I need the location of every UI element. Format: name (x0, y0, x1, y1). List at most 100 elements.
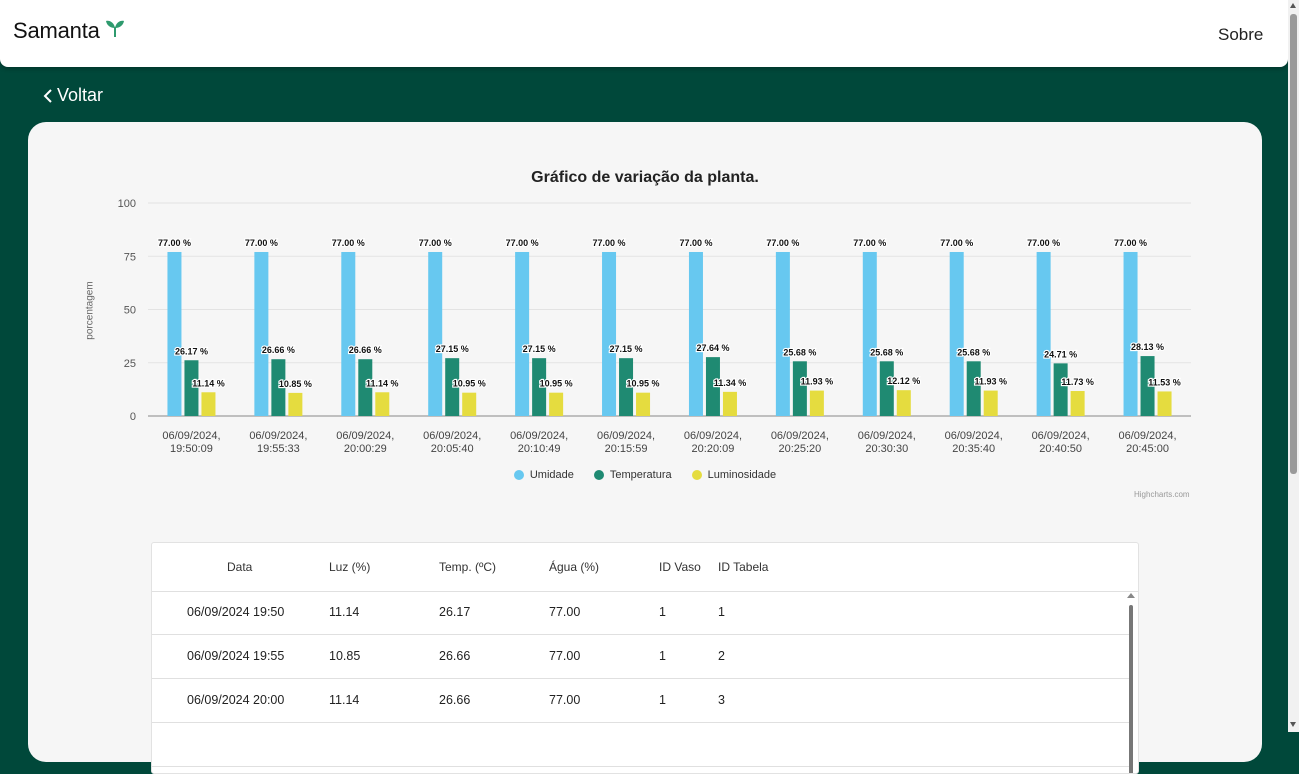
legend-marker (691, 470, 702, 480)
chart-bar-umidade (1036, 251, 1051, 416)
chart-bar-luminosidade (1070, 391, 1085, 416)
chart-data-label: 11.14 % (366, 378, 399, 388)
chart-bar-luminosidade (983, 390, 998, 416)
chart-x-tick-label: 20:05:40 (431, 443, 474, 455)
chart-bar-temperatura (966, 361, 981, 416)
chart-x-tick-label: 06/09/2024, (510, 430, 568, 442)
chart-data-label: 24.71 % (1044, 349, 1077, 359)
table-cell: 26.66 (439, 649, 471, 663)
legend-label: Luminosidade (707, 469, 777, 481)
chart-data-label: 77.00 % (158, 238, 191, 248)
chart-data-label: 77.00 % (506, 238, 539, 248)
chart-x-tick-label: 19:55:33 (257, 443, 300, 455)
chart-data-label: 26.66 % (262, 345, 295, 355)
table-cell: 11.14 (329, 693, 360, 707)
page-scrollbar[interactable] (1288, 0, 1299, 732)
table-row[interactable]: 06/09/2024 19:55 10.85 26.66 77.00 1 2 (152, 635, 1130, 679)
chart-data-label: 10.95 % (627, 379, 660, 389)
chart-bar-luminosidade (809, 390, 824, 416)
sprout-icon (105, 18, 125, 43)
chart-bar-umidade (428, 251, 443, 416)
chart-data-label: 77.00 % (245, 238, 278, 248)
chart-data-label: 77.00 % (679, 238, 712, 248)
table-scrollbar[interactable] (1127, 593, 1135, 773)
chart-x-tick-label: 06/09/2024, (336, 430, 394, 442)
chart-data-label: 10.95 % (540, 379, 573, 389)
column-header[interactable]: Luz (%) (329, 560, 370, 574)
legend-label: Umidade (529, 469, 574, 481)
chart-data-label: 25.68 % (783, 347, 816, 357)
legend-item-umidade[interactable]: Umidade (513, 469, 574, 481)
chart-data-label: 77.00 % (940, 238, 973, 248)
chart-bar-luminosidade (201, 392, 216, 416)
chart-data-label: 12.12 % (887, 376, 920, 386)
top-navbar: Samanta Sobre (0, 0, 1288, 67)
chart-data-label: 11.14 % (192, 378, 225, 388)
column-header[interactable]: ID Tabela (718, 560, 768, 574)
chart-bar-luminosidade (722, 391, 737, 416)
brand-name: Samanta (13, 18, 100, 43)
chart-container: Gráfico de variação da planta. porcentag… (28, 122, 1262, 522)
chart-data-label: 27.15 % (523, 344, 556, 354)
column-header[interactable]: Data (227, 560, 252, 574)
table-cell: 77.00 (549, 649, 581, 663)
table-cell: 1 (659, 605, 666, 619)
table-cell: 11.14 (329, 605, 360, 619)
chart-data-label: 77.00 % (419, 238, 452, 248)
chart-x-tick-label: 06/09/2024, (1032, 430, 1090, 442)
legend-item-temperatura[interactable]: Temperatura (593, 469, 672, 481)
back-label: Voltar (57, 85, 104, 105)
back-button[interactable]: Voltar (42, 85, 103, 106)
table-row[interactable]: 06/09/2024 19:50 11.14 26.17 77.00 1 1 (152, 591, 1130, 635)
table-row[interactable]: 06/09/2024 20:00 11.14 26.66 77.00 1 3 (152, 679, 1130, 723)
chart-bar-umidade (515, 251, 530, 416)
chart-credits[interactable]: Highcharts.com (1134, 490, 1190, 499)
legend-item-luminosidade[interactable]: Luminosidade (691, 469, 777, 481)
chart-x-tick-label: 06/09/2024, (771, 430, 829, 442)
chart-plot: 0 25 50 75 100 77.00 % 26.17 % 11.14 % 06/09/202… (118, 198, 1191, 455)
chart-bar-luminosidade (636, 392, 651, 416)
table-row[interactable] (152, 723, 1130, 767)
legend-marker (593, 470, 604, 480)
chart-data-label: 10.85 % (279, 379, 312, 389)
chart-x-tick-label: 06/09/2024, (1118, 430, 1176, 442)
chart-data-label: 11.93 % (974, 377, 1007, 387)
column-header[interactable]: Temp. (ºC) (439, 560, 496, 574)
page-scrollbar-thumb[interactable] (1290, 14, 1297, 474)
nav-link-sobre[interactable]: Sobre (1218, 25, 1263, 45)
chart-data-label: 77.00 % (853, 238, 886, 248)
chart-y-tick-label: 0 (130, 411, 136, 423)
brand-logo[interactable]: Samanta (13, 18, 125, 44)
chart-x-tick-label: 06/09/2024, (249, 430, 307, 442)
chart-x-tick-label: 20:15:59 (605, 443, 648, 455)
table-cell: 1 (659, 649, 666, 663)
chart-bar-umidade (602, 251, 617, 416)
chart-bar-luminosidade (375, 392, 390, 416)
chart-x-tick-label: 06/09/2024, (945, 430, 1003, 442)
content-card: Gráfico de variação da planta. porcentag… (28, 122, 1262, 774)
chart-bar-umidade (688, 251, 703, 416)
chart-data-label: 10.95 % (453, 379, 486, 389)
scroll-down-arrow-icon[interactable] (1290, 722, 1296, 727)
chart-data-label: 26.17 % (175, 346, 208, 356)
chart-bar-luminosidade (462, 392, 477, 416)
table-scrollbar-thumb[interactable] (1129, 605, 1133, 773)
data-table: Data Luz (%) Temp. (ºC) Água (%) ID Vaso ID T… (151, 542, 1139, 774)
chart-y-tick-label: 25 (124, 358, 136, 370)
column-header[interactable]: ID Vaso (659, 560, 701, 574)
chart-bar-luminosidade (288, 392, 303, 416)
chart-x-tick-label: 20:30:30 (865, 443, 908, 455)
scroll-up-arrow-icon[interactable] (1290, 3, 1296, 8)
chart-data-label: 11.53 % (1148, 377, 1181, 387)
chart-data-label: 77.00 % (766, 238, 799, 248)
chart-data-label: 77.00 % (1027, 238, 1060, 248)
chart-bar-umidade (341, 251, 356, 416)
scroll-up-icon[interactable] (1127, 593, 1135, 598)
chart-bar-umidade (775, 251, 790, 416)
chart-data-label: 27.15 % (610, 344, 643, 354)
table-cell: 06/09/2024 19:50 (187, 605, 285, 619)
chart-x-tick-label: 06/09/2024, (162, 430, 220, 442)
chart-data-label: 77.00 % (1114, 238, 1147, 248)
column-header[interactable]: Água (%) (549, 560, 599, 574)
chart-data-label: 26.66 % (349, 345, 382, 355)
